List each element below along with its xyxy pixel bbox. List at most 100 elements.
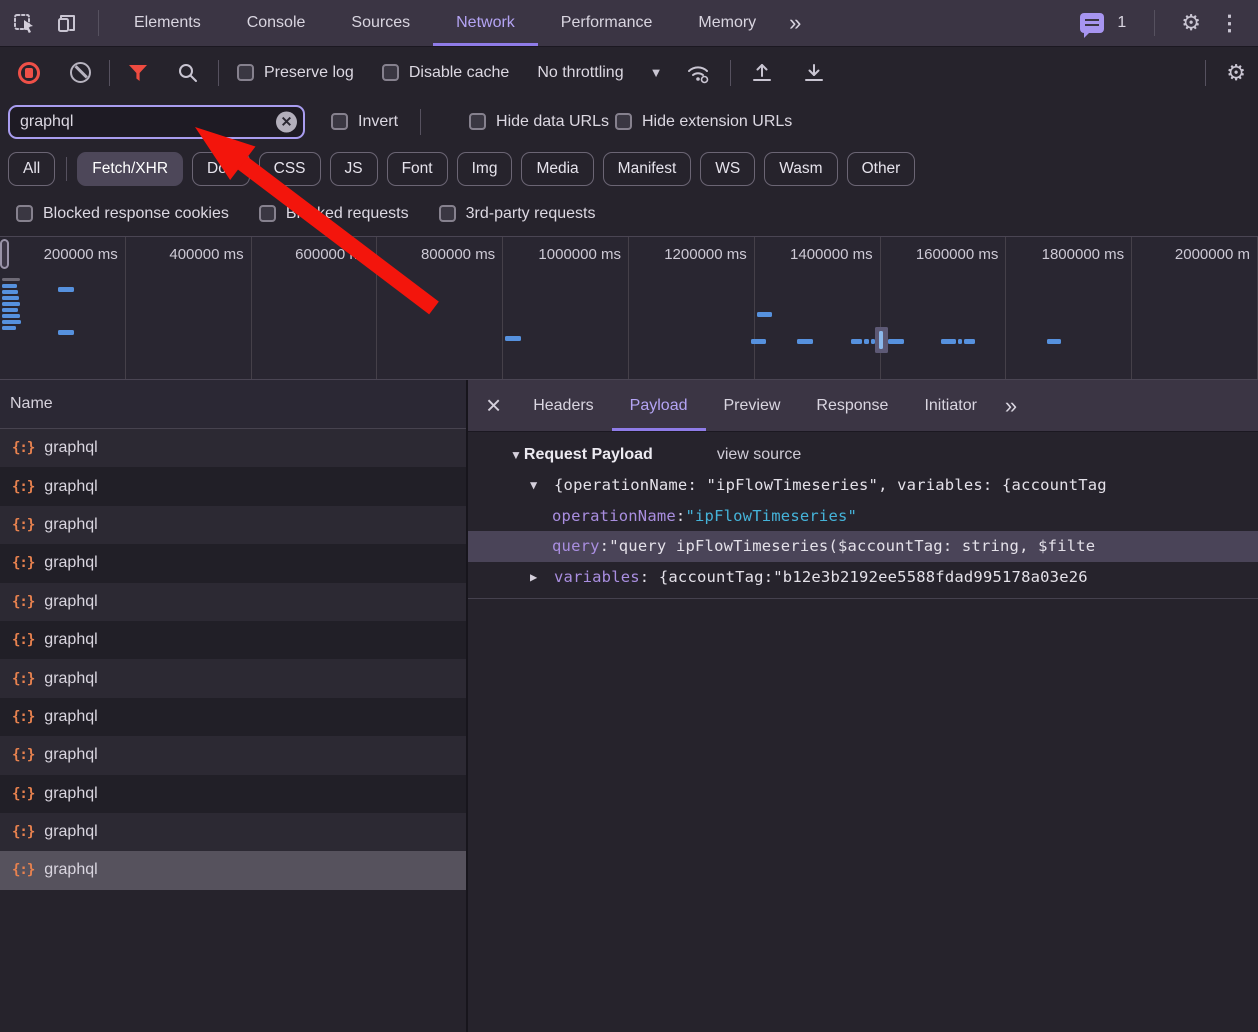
tab-network[interactable]: Network xyxy=(433,0,538,46)
hide-extension-urls-checkbox[interactable] xyxy=(615,113,632,130)
tab-performance[interactable]: Performance xyxy=(538,0,676,46)
chip-all[interactable]: All xyxy=(8,152,55,186)
view-source-link[interactable]: view source xyxy=(717,446,801,464)
tabbar-right-controls: 1 ⚙ ⋮ xyxy=(1067,6,1258,40)
chip-font[interactable]: Font xyxy=(387,152,448,186)
name-column-header[interactable]: Name xyxy=(0,380,466,429)
more-panels-icon[interactable]: » xyxy=(779,10,809,36)
request-row[interactable]: {:}graphql xyxy=(0,775,466,813)
messages-icon[interactable] xyxy=(1075,6,1109,40)
request-row[interactable]: {:}graphql xyxy=(0,467,466,505)
chip-ws[interactable]: WS xyxy=(700,152,755,186)
payload-tree-row[interactable]: query: "query ipFlowTimeseries($accountT… xyxy=(468,531,1258,562)
details-tab-preview[interactable]: Preview xyxy=(706,380,799,431)
blocked-requests-checkbox[interactable] xyxy=(259,205,276,222)
devtools-tabbar: ElementsConsoleSourcesNetworkPerformance… xyxy=(0,0,1258,47)
payload-tree-row[interactable]: ▶variables: {accountTag: "b12e3b2192ee55… xyxy=(468,562,1258,593)
kebab-menu-icon[interactable]: ⋮ xyxy=(1215,11,1244,36)
settings-gear-icon[interactable]: ⚙ xyxy=(1181,10,1201,36)
chip-css[interactable]: CSS xyxy=(259,152,321,186)
filter-funnel-icon[interactable] xyxy=(128,64,148,82)
request-timeline-bar xyxy=(2,326,16,330)
network-settings-gear-icon[interactable]: ⚙ xyxy=(1226,60,1246,86)
disable-cache-label: Disable cache xyxy=(409,64,510,82)
expanded-triangle-icon[interactable]: ▼ xyxy=(530,478,552,492)
request-row[interactable]: {:}graphql xyxy=(0,736,466,774)
request-timeline-bar xyxy=(757,312,772,317)
chip-img[interactable]: Img xyxy=(457,152,513,186)
request-row[interactable]: {:}graphql xyxy=(0,851,466,889)
chip-manifest[interactable]: Manifest xyxy=(603,152,692,186)
divider xyxy=(109,60,110,86)
payload-tree: ▼{operationName: "ipFlowTimeseries", var… xyxy=(468,470,1258,592)
tab-sources[interactable]: Sources xyxy=(328,0,433,46)
network-conditions-icon[interactable] xyxy=(684,61,712,85)
request-row[interactable]: {:}graphql xyxy=(0,429,466,467)
tab-elements[interactable]: Elements xyxy=(111,0,224,46)
request-row[interactable]: {:}graphql xyxy=(0,621,466,659)
timeline-tick-label: 2000000 m xyxy=(1132,237,1258,379)
import-har-icon[interactable] xyxy=(749,60,775,86)
request-rows: {:}graphql{:}graphql{:}graphql{:}graphql… xyxy=(0,429,466,890)
search-icon[interactable] xyxy=(176,61,200,85)
details-tab-headers[interactable]: Headers xyxy=(515,380,611,431)
request-name: graphql xyxy=(44,478,97,496)
hide-data-urls-checkbox[interactable] xyxy=(469,113,486,130)
disable-cache-checkbox[interactable] xyxy=(382,64,399,81)
payload-tree-row[interactable]: ▼{operationName: "ipFlowTimeseries", var… xyxy=(468,470,1258,501)
details-tab-initiator[interactable]: Initiator xyxy=(906,380,994,431)
timeline-tick-label: 400000 ms xyxy=(126,237,252,379)
inspect-element-icon[interactable] xyxy=(8,6,42,40)
request-row[interactable]: {:}graphql xyxy=(0,659,466,697)
throttling-value: No throttling xyxy=(537,64,623,82)
json-braces-icon: {:} xyxy=(12,632,34,648)
chip-doc[interactable]: Doc xyxy=(192,152,250,186)
export-har-icon[interactable] xyxy=(801,60,827,86)
collapsed-triangle-icon[interactable]: ▶ xyxy=(530,570,552,584)
chip-wasm[interactable]: Wasm xyxy=(764,152,837,186)
chip-other[interactable]: Other xyxy=(847,152,916,186)
request-name: graphql xyxy=(44,554,97,572)
blocked-response-cookies-checkbox[interactable] xyxy=(16,205,33,222)
request-timeline-bar xyxy=(1047,339,1061,344)
blocked-response-cookies-label: Blocked response cookies xyxy=(43,205,229,223)
toggle-device-toolbar-icon[interactable] xyxy=(50,6,84,40)
chip-js[interactable]: JS xyxy=(330,152,378,186)
request-row[interactable]: {:}graphql xyxy=(0,506,466,544)
request-row[interactable]: {:}graphql xyxy=(0,698,466,736)
payload-tree-row[interactable]: operationName: "ipFlowTimeseries" xyxy=(468,501,1258,532)
timeline-tick-label: 200000 ms xyxy=(0,237,126,379)
throttling-dropdown[interactable]: No throttling ▼ xyxy=(537,64,662,82)
request-name: graphql xyxy=(44,670,97,688)
more-details-tabs-icon[interactable]: » xyxy=(995,380,1025,431)
invert-checkbox[interactable] xyxy=(331,113,348,130)
divider xyxy=(98,10,99,36)
request-row[interactable]: {:}graphql xyxy=(0,813,466,851)
record-network-log-icon[interactable] xyxy=(18,62,40,84)
filter-input[interactable]: graphql ✕ xyxy=(8,105,305,139)
chip-media[interactable]: Media xyxy=(521,152,593,186)
details-tab-payload[interactable]: Payload xyxy=(612,380,706,431)
clear-network-log-icon[interactable] xyxy=(70,62,91,83)
request-payload-section[interactable]: ▼ Request Payload view source xyxy=(510,446,1258,464)
chevron-down-icon: ▼ xyxy=(650,65,663,80)
tab-memory[interactable]: Memory xyxy=(675,0,779,46)
request-row[interactable]: {:}graphql xyxy=(0,544,466,582)
third-party-requests-checkbox[interactable] xyxy=(439,205,456,222)
request-row[interactable]: {:}graphql xyxy=(0,583,466,621)
json-braces-icon: {:} xyxy=(12,440,34,456)
divider xyxy=(1154,10,1155,36)
timeline-tick-label: 1000000 ms xyxy=(503,237,629,379)
request-timeline-bar xyxy=(851,339,862,344)
tab-console[interactable]: Console xyxy=(224,0,329,46)
close-details-icon[interactable]: × xyxy=(468,380,515,431)
clear-filter-icon[interactable]: ✕ xyxy=(276,111,297,132)
network-overview-timeline[interactable]: 200000 ms400000 ms600000 ms800000 ms1000… xyxy=(0,236,1258,380)
details-tab-response[interactable]: Response xyxy=(798,380,906,431)
overview-drag-handle[interactable] xyxy=(0,239,9,269)
request-timeline-bar xyxy=(964,339,975,344)
request-timeline-bar xyxy=(797,339,813,344)
timeline-tick-label: 1200000 ms xyxy=(629,237,755,379)
preserve-log-checkbox[interactable] xyxy=(237,64,254,81)
chip-fetch-xhr[interactable]: Fetch/XHR xyxy=(77,152,183,186)
